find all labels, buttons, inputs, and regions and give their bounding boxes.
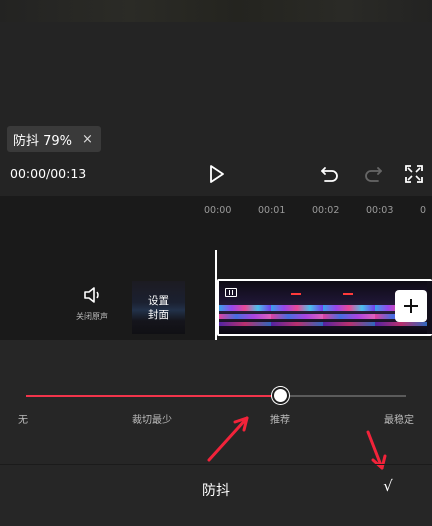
plus-icon bbox=[404, 299, 418, 313]
annotation-arrow bbox=[366, 430, 387, 470]
toast-label: 防抖 79% bbox=[13, 133, 73, 149]
clip-frame bbox=[323, 281, 375, 334]
undo-button[interactable] bbox=[318, 163, 342, 185]
stabilize-slider-knob[interactable] bbox=[272, 387, 290, 404]
redo-button[interactable] bbox=[361, 163, 385, 185]
ruler-tick: 00:01 bbox=[258, 205, 286, 216]
fullscreen-button[interactable] bbox=[403, 163, 425, 185]
clip-frame bbox=[271, 281, 323, 334]
option-none[interactable]: 无 bbox=[18, 411, 28, 426]
mute-label: 关闭原声 bbox=[76, 312, 108, 321]
footer-divider bbox=[0, 464, 432, 465]
option-least-crop[interactable]: 裁切最少 bbox=[132, 411, 172, 426]
option-most-stable[interactable]: 最稳定 bbox=[384, 411, 414, 426]
stabilize-toast: 防抖 79% × bbox=[7, 126, 101, 152]
preview-top-strip bbox=[0, 0, 432, 22]
ruler-tick: 00:03 bbox=[366, 205, 394, 216]
add-clip-button[interactable] bbox=[395, 290, 427, 322]
ruler-tick: 0 bbox=[420, 205, 427, 216]
cover-label-line2: 封面 bbox=[148, 308, 169, 321]
close-icon[interactable]: × bbox=[82, 132, 93, 147]
panel-title: 防抖 bbox=[202, 483, 230, 499]
playback-time: 00:00/00:13 bbox=[10, 166, 87, 181]
cover-label-line1: 设置 bbox=[148, 294, 169, 307]
stabilize-slider-fill bbox=[26, 395, 281, 397]
option-recommended[interactable]: 推荐 bbox=[270, 411, 290, 426]
ruler-tick: 00:00 bbox=[204, 205, 232, 216]
mute-original-audio-button[interactable]: 关闭原声 bbox=[70, 286, 114, 322]
clip-icon bbox=[225, 288, 237, 297]
annotation-arrow bbox=[207, 416, 249, 462]
speaker-icon bbox=[84, 287, 99, 303]
undo-icon bbox=[321, 167, 338, 182]
fullscreen-icon bbox=[405, 165, 423, 183]
set-cover-button[interactable]: 设置 封面 bbox=[132, 281, 185, 334]
redo-icon bbox=[365, 167, 382, 182]
playhead[interactable] bbox=[215, 250, 217, 340]
play-icon bbox=[210, 165, 224, 183]
timeline-ruler: 00:00 00:01 00:02 00:03 0 bbox=[204, 205, 432, 216]
confirm-button[interactable]: √ bbox=[378, 477, 398, 497]
ruler-tick: 00:02 bbox=[312, 205, 340, 216]
play-button[interactable] bbox=[206, 163, 228, 185]
